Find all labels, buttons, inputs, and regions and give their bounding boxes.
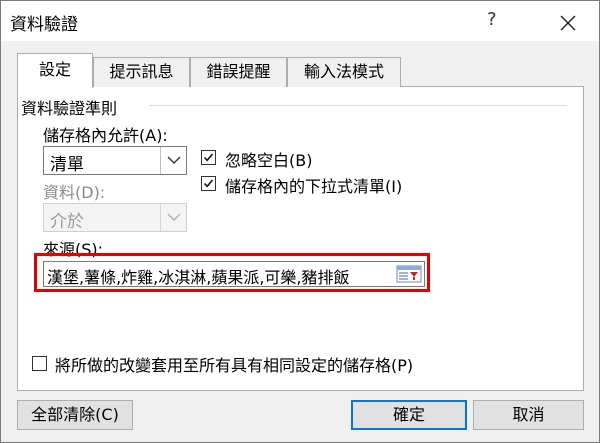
source-highlight-box <box>34 253 430 292</box>
allow-dropdown-arrow[interactable] <box>160 147 186 174</box>
incell-dropdown-checkbox[interactable] <box>201 176 216 191</box>
close-button[interactable] <box>557 12 579 34</box>
title-bar: 資料驗證 ? <box>1 1 599 41</box>
group-divider <box>149 105 567 106</box>
checkmark-icon <box>203 179 214 188</box>
allow-value: 清單 <box>50 155 84 175</box>
apply-all-checkbox[interactable] <box>32 356 47 371</box>
ignore-blank-checkbox[interactable] <box>201 150 216 165</box>
chevron-down-icon <box>167 156 181 164</box>
data-value: 介於 <box>50 212 84 232</box>
ignore-blank-label[interactable]: 忽略空白(B) <box>225 147 312 171</box>
incell-dropdown-label[interactable]: 儲存格內的下拉式清單(I) <box>225 173 402 197</box>
data-validation-dialog: 資料驗證 ? 設定 提示訊息 錯誤提醒 輸入法模式 資料驗證準則 儲存格內允許(… <box>0 0 600 443</box>
validation-criteria-title: 資料驗證準則 <box>21 99 118 118</box>
data-label: 資料(D): <box>43 183 106 202</box>
apply-all-label[interactable]: 將所做的改變套用至所有具有相同設定的儲存格(P) <box>55 352 413 376</box>
chevron-down-icon <box>167 213 181 221</box>
allow-label: 儲存格內允許(A): <box>43 126 168 145</box>
data-dropdown-arrow <box>160 204 186 231</box>
tab-input-message[interactable]: 提示訊息 <box>93 57 190 87</box>
close-icon <box>560 15 576 31</box>
tab-error-alert[interactable]: 錯誤提醒 <box>190 57 287 87</box>
tab-ime-mode[interactable]: 輸入法模式 <box>287 57 401 87</box>
clear-all-button[interactable]: 全部清除(C) <box>17 400 133 430</box>
data-dropdown: 介於 <box>43 203 187 232</box>
checkmark-icon <box>203 153 214 162</box>
help-button[interactable]: ? <box>487 9 497 30</box>
cancel-button[interactable]: 取消 <box>473 400 584 430</box>
allow-dropdown[interactable]: 清單 <box>43 146 187 175</box>
tab-settings[interactable]: 設定 <box>17 53 93 88</box>
window-title: 資料驗證 <box>10 15 78 35</box>
ok-button[interactable]: 確定 <box>351 400 467 430</box>
